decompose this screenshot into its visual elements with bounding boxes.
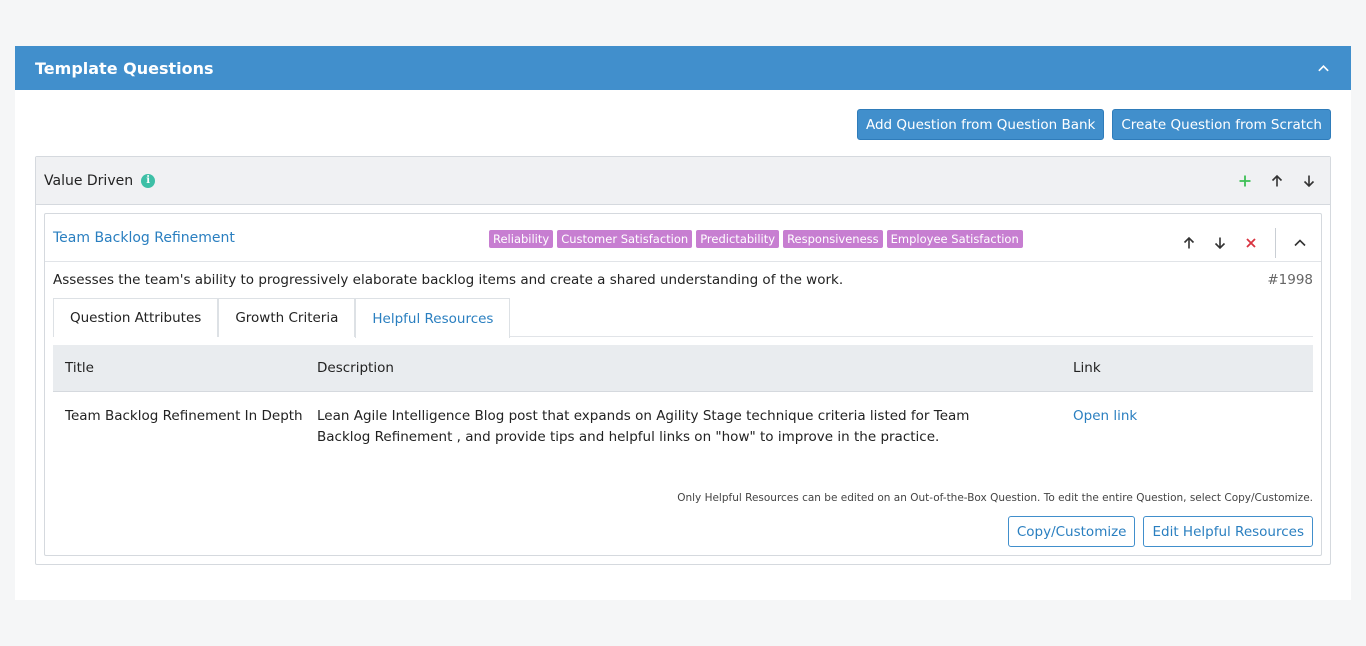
plus-icon[interactable] [1236,172,1254,190]
tab-helpful-resources[interactable]: Helpful Resources [355,298,511,338]
tab-question-attributes[interactable]: Question Attributes [53,298,219,337]
edit-helpful-resources-button[interactable]: Edit Helpful Resources [1143,516,1313,547]
divider [1275,228,1276,258]
panel-header: Template Questions [15,46,1351,90]
chevron-up-icon[interactable] [1291,234,1309,252]
open-link[interactable]: Open link [1073,408,1137,424]
chevron-up-icon[interactable] [1315,60,1331,76]
arrow-up-icon[interactable] [1268,172,1286,190]
question-description-row: Assesses the team's ability to progressi… [53,272,1313,288]
panel-title: Template Questions [35,58,214,78]
arrow-down-icon[interactable] [1211,234,1229,252]
card-footer-actions: Copy/Customize Edit Helpful Resources [1007,516,1313,547]
table-row: Team Backlog Refinement In Depth Lean Ag… [53,392,1313,448]
column-header-description: Description [317,360,394,376]
section-title: Value Driven [44,172,134,189]
column-header-title: Title [65,360,94,376]
tag-badge: Predictability [696,230,780,248]
question-tags: Reliability Customer Satisfaction Predic… [489,230,1023,248]
question-id: #1998 [1267,272,1313,288]
section-header: Value Driven i [36,157,1330,205]
resource-title: Team Backlog Refinement In Depth [65,408,303,424]
tab-growth-criteria[interactable]: Growth Criteria [218,298,356,337]
section-actions [1236,172,1318,190]
arrow-down-icon[interactable] [1300,172,1318,190]
arrow-up-icon[interactable] [1180,234,1198,252]
question-card: Team Backlog Refinement Reliability Cust… [44,213,1322,556]
template-questions-panel: Template Questions Add Question from Que… [15,46,1351,600]
add-from-bank-button[interactable]: Add Question from Question Bank [856,109,1105,140]
question-description: Assesses the team's ability to progressi… [53,272,844,288]
section-title-group: Value Driven i [44,172,156,189]
question-title[interactable]: Team Backlog Refinement [53,230,235,246]
close-icon[interactable] [1242,234,1260,252]
question-header: Team Backlog Refinement Reliability Cust… [45,214,1321,262]
create-from-scratch-button[interactable]: Create Question from Scratch [1112,109,1331,140]
column-header-link: Link [1073,360,1101,376]
tag-badge: Reliability [489,230,554,248]
copy-customize-button[interactable]: Copy/Customize [1007,516,1136,547]
resource-description: Lean Agile Intelligence Blog post that e… [317,408,970,445]
edit-note: Only Helpful Resources can be edited on … [677,492,1313,504]
question-tabs: Question Attributes Growth Criteria Help… [53,298,1313,338]
info-icon[interactable]: i [141,173,156,188]
table-header: Title Description Link [53,345,1313,392]
resources-table: Title Description Link Team Backlog Refi… [53,345,1313,448]
tag-badge: Responsiveness [783,230,883,248]
tag-badge: Employee Satisfaction [886,230,1023,248]
value-driven-section: Value Driven i Team Backlog Refinement R… [35,156,1331,565]
tag-badge: Customer Satisfaction [557,230,693,248]
question-toolbar: Add Question from Question Bank Create Q… [856,109,1331,140]
question-actions [1180,228,1309,258]
